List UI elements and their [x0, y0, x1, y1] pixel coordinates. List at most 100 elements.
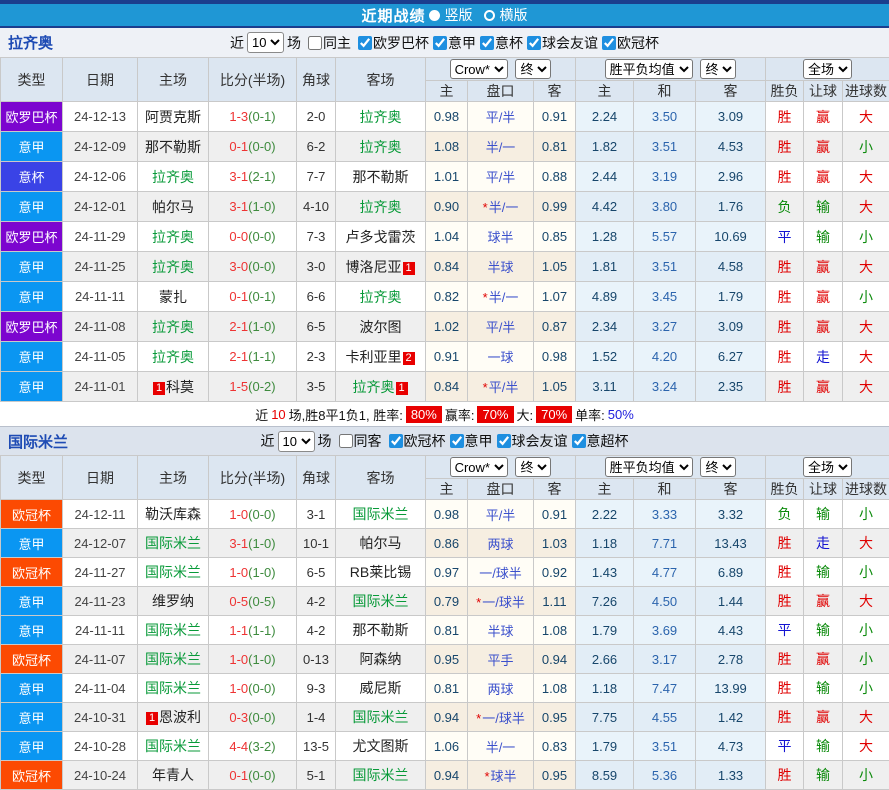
handicap-home-odds-cell: 1.08 [426, 132, 468, 162]
odds-away-cell: 1.33 [696, 761, 766, 790]
odds-draw-cell: 3.80 [634, 192, 696, 222]
handicap-line-cell: 两球 [468, 674, 534, 703]
same-venue-filter[interactable]: 同主 [308, 33, 351, 53]
handicap-away-odds-cell: 0.92 [534, 558, 576, 587]
col-corner: 角球 [297, 456, 336, 500]
europe-stage-select[interactable]: 终 [700, 59, 736, 79]
date-cell: 24-12-11 [63, 500, 138, 529]
score-cell: 1-0(1-0) [209, 558, 297, 587]
col-wdl: 胜负 [766, 81, 804, 102]
competition-filter[interactable]: 意杯 [480, 33, 523, 53]
corner-cell: 6-5 [297, 558, 336, 587]
handicap-home-odds-cell: 0.95 [426, 645, 468, 674]
europe-odds-select[interactable]: 胜平负均值 [605, 59, 693, 79]
competition-checkbox[interactable] [389, 434, 403, 448]
competition-checkbox[interactable] [602, 36, 616, 50]
col-handicap-away: 客 [534, 479, 576, 500]
score-cell: 0-1(0-0) [209, 761, 297, 790]
single-rate-value: 50% [608, 407, 634, 422]
handicap-home-odds-cell: 0.94 [426, 761, 468, 790]
home-team-cell: 国际米兰 [138, 616, 209, 645]
red-card-badge: 1 [146, 712, 158, 725]
odds-draw-cell: 3.45 [634, 282, 696, 312]
competition-filter[interactable]: 意超杯 [572, 431, 629, 451]
competition-checkbox[interactable] [497, 434, 511, 448]
handicap-line-cell: 平/半 [468, 102, 534, 132]
handicap-line-cell: *球半 [468, 761, 534, 790]
competition-checkbox[interactable] [358, 36, 372, 50]
match-row: 意甲24-11-11国际米兰1-1(1-1)4-2那不勒斯0.81半球1.081… [1, 616, 889, 645]
same-venue-filter[interactable]: 同客 [339, 431, 382, 451]
competition-filters: 欧冠杯意甲球会友谊意超杯 [385, 431, 629, 451]
match-scope-select[interactable]: 全场 [803, 59, 852, 79]
handicap-home-odds-cell: 1.04 [426, 222, 468, 252]
competition-filter[interactable]: 球会友谊 [497, 431, 568, 451]
match-scope-select[interactable]: 全场 [803, 457, 852, 477]
away-team-cell: 国际米兰 [336, 500, 426, 529]
vertical-layout-label[interactable]: 竖版 [445, 5, 473, 25]
wdl-result-cell: 胜 [766, 132, 804, 162]
score-cell: 0-3(0-0) [209, 703, 297, 732]
competition-checkbox[interactable] [433, 36, 447, 50]
competition-filter[interactable]: 欧冠杯 [602, 33, 659, 53]
europe-stage-select[interactable]: 终 [700, 457, 736, 477]
match-row: 欧冠杯24-11-27国际米兰1-0(1-0)6-5RB莱比锡0.97一/球半0… [1, 558, 889, 587]
competition-filter[interactable]: 欧冠杯 [389, 431, 446, 451]
competition-checkbox[interactable] [480, 36, 494, 50]
vertical-layout-radio-icon[interactable] [429, 10, 440, 21]
competition-filter[interactable]: 球会友谊 [527, 33, 598, 53]
col-odds-home: 主 [576, 479, 634, 500]
horizontal-layout-radio-icon[interactable] [484, 10, 495, 21]
handicap-away-odds-cell: 0.98 [534, 342, 576, 372]
home-team-cell: 帕尔马 [138, 192, 209, 222]
col-wdl: 胜负 [766, 479, 804, 500]
odds-company-select[interactable]: Crow* [450, 457, 508, 477]
competition-filter[interactable]: 欧罗巴杯 [358, 33, 429, 53]
same-venue-checkbox[interactable] [339, 434, 353, 448]
odds-draw-cell: 3.69 [634, 616, 696, 645]
near-label: 近 [230, 33, 244, 53]
goals-result-cell: 小 [843, 222, 889, 252]
recent-count-select[interactable]: 10 [278, 431, 315, 452]
competition-label: 欧冠杯 [617, 33, 659, 53]
odds-draw-cell: 3.27 [634, 312, 696, 342]
odds-home-cell: 7.75 [576, 703, 634, 732]
date-cell: 24-11-01 [63, 372, 138, 402]
wdl-result-cell: 平 [766, 616, 804, 645]
odds-home-cell: 7.26 [576, 587, 634, 616]
competition-checkbox[interactable] [572, 434, 586, 448]
score-cell: 1-3(0-1) [209, 102, 297, 132]
europe-odds-select[interactable]: 胜平负均值 [605, 457, 693, 477]
competition-checkbox[interactable] [527, 36, 541, 50]
match-row: 意杯24-12-06拉齐奥3-1(2-1)7-7那不勒斯1.01平/半0.882… [1, 162, 889, 192]
goals-result-cell: 大 [843, 703, 889, 732]
odds-company-select[interactable]: Crow* [450, 59, 508, 79]
match-row: 欧冠杯24-12-11勒沃库森1-0(0-0)3-1国际米兰0.98平/半0.9… [1, 500, 889, 529]
odds-stage-select[interactable]: 终 [515, 457, 551, 477]
handicap-result-cell: 输 [804, 222, 843, 252]
odds-stage-select[interactable]: 终 [515, 59, 551, 79]
corner-cell: 6-5 [297, 312, 336, 342]
competition-filter[interactable]: 意甲 [433, 33, 476, 53]
same-venue-checkbox[interactable] [308, 36, 322, 50]
recent-count-select[interactable]: 10 [247, 32, 284, 53]
competition-filter[interactable]: 意甲 [450, 431, 493, 451]
odds-away-cell: 10.69 [696, 222, 766, 252]
lazio-matches-table: 类型 日期 主场 比分(半场) 角球 客场 Crow* 终 胜平负均值 终 全场… [0, 57, 889, 402]
away-team-cell: 拉齐奥 [336, 102, 426, 132]
odds-home-cell: 2.24 [576, 102, 634, 132]
handicap-home-odds-cell: 1.06 [426, 732, 468, 761]
corner-cell: 7-3 [297, 222, 336, 252]
summary-near-label: 近 [255, 405, 268, 424]
handicap-home-odds-cell: 0.81 [426, 674, 468, 703]
odds-home-cell: 1.43 [576, 558, 634, 587]
corner-cell: 2-3 [297, 342, 336, 372]
competition-checkbox[interactable] [450, 434, 464, 448]
handicap-home-odds-cell: 0.98 [426, 102, 468, 132]
odds-home-cell: 1.52 [576, 342, 634, 372]
competition-label: 意甲 [465, 431, 493, 451]
date-cell: 24-11-04 [63, 674, 138, 703]
odds-away-cell: 1.79 [696, 282, 766, 312]
away-team-cell: 拉齐奥 [336, 282, 426, 312]
horizontal-layout-label[interactable]: 横版 [500, 5, 528, 25]
